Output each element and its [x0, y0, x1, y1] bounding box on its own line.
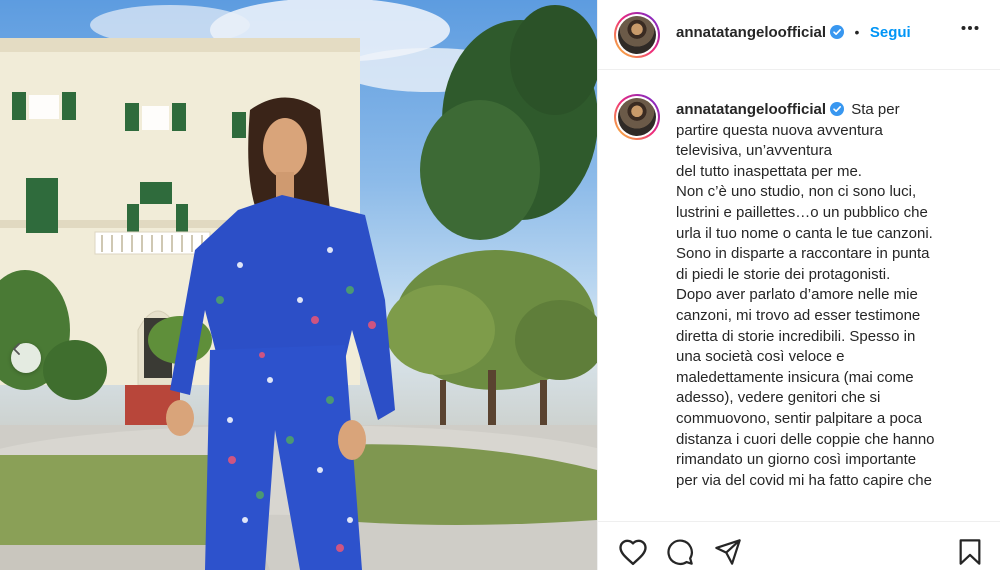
caption-line: adesso), vedere genitori che si: [676, 389, 881, 407]
caption-line: urla il tuo nome o canta le tue canzoni.: [676, 224, 933, 242]
caption-line: una società così veloce e: [676, 348, 845, 366]
header-user-row: annatatangeloofficial • Segui: [676, 24, 911, 42]
caption-line: Sono in disparte a raccontare in punta: [676, 245, 930, 263]
post-caption: annatatangeloofficial Sta per partire qu…: [676, 100, 994, 491]
photo-illustration: [0, 0, 597, 570]
caption-line: rimandato un giorno così importante: [676, 451, 917, 469]
caption-line: lustrini e paillettes…o un pubblico che: [676, 203, 928, 221]
caption-line: annatatangeloofficial Sta per: [676, 100, 994, 121]
caption-line: partire questa nuova avventura: [676, 121, 883, 139]
caption-text: Sta per: [851, 101, 900, 118]
caption-line: del tutto inaspettata per me.: [676, 162, 862, 180]
paper-plane-icon[interactable]: [714, 538, 742, 566]
carousel-prev-button[interactable]: [11, 343, 41, 373]
post-side-panel: annatatangeloofficial • Segui annatatang…: [597, 0, 1000, 570]
caption-area: annatatangeloofficial Sta per partire qu…: [598, 71, 1000, 520]
avatar[interactable]: [614, 12, 660, 58]
chevron-left-icon: [13, 343, 20, 355]
post-photo: [0, 0, 597, 570]
caption-line: commuovono, sentir palpitare a poca: [676, 409, 922, 427]
caption-line: di piedi le storie dei protagonisti.: [676, 265, 891, 283]
more-options-icon[interactable]: [961, 25, 979, 31]
heart-icon[interactable]: [618, 538, 648, 566]
comment-bubble-icon[interactable]: [666, 538, 694, 566]
caption-line: Non c’è uno studio, non ci sono luci,: [676, 183, 917, 201]
caption-line: Dopo aver parlato d’amore nelle mie: [676, 286, 918, 304]
separator-dot: •: [854, 24, 860, 40]
post-actions-bar: [598, 521, 1000, 570]
caption-line: maledettamente insicura (mai come: [676, 368, 914, 386]
verified-badge-icon: [830, 102, 845, 116]
verified-badge-icon: [830, 25, 845, 39]
bookmark-icon[interactable]: [958, 538, 982, 566]
caption-avatar[interactable]: [614, 94, 660, 140]
caption-line: canzoni, mi trovo ad esser testimone: [676, 306, 921, 324]
caption-line: per via del covid mi ha fatto capire che: [676, 471, 932, 489]
caption-username-link[interactable]: annatatangeloofficial: [676, 101, 826, 118]
caption-line: diretta di storie incredibili. Spesso in: [676, 327, 916, 345]
caption-line: televisiva, un’avventura: [676, 142, 832, 160]
caption-line: distanza i cuori delle coppie che hanno: [676, 430, 935, 448]
username-link[interactable]: annatatangeloofficial: [676, 24, 826, 41]
follow-button[interactable]: Segui: [870, 24, 911, 41]
post-header: annatatangeloofficial • Segui: [598, 0, 1000, 70]
